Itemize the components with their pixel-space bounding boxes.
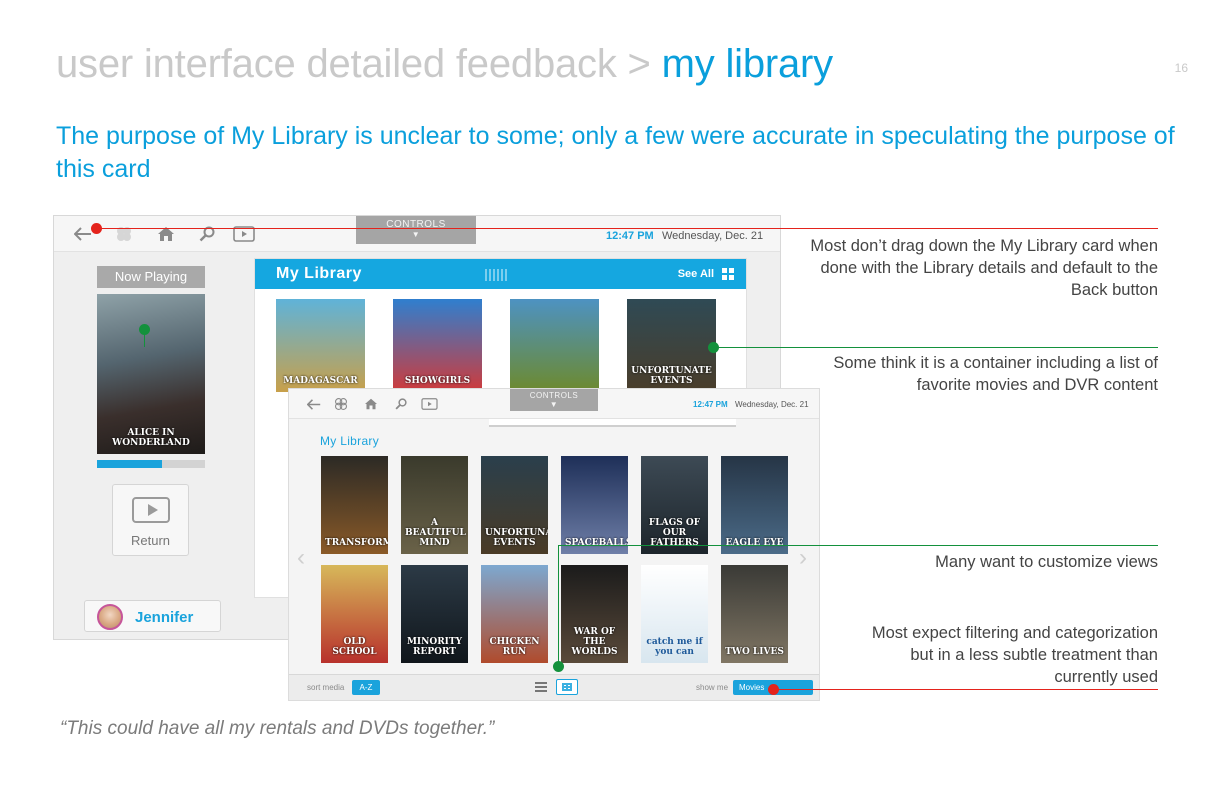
poster-title: WAR OF THE WORLDS bbox=[571, 627, 618, 657]
poster-title: UNFORTUNATE EVENTS bbox=[485, 528, 548, 548]
movie-poster[interactable]: TWO LIVES bbox=[721, 565, 788, 663]
search-strip bbox=[489, 419, 736, 427]
slide-title: user interface detailed feedback > my li… bbox=[56, 42, 833, 87]
movie-poster[interactable]: UNFORTUNATE EVENTS bbox=[481, 456, 548, 554]
controls-label: CONTROLS bbox=[529, 391, 579, 400]
poster-title: MADAGASCAR bbox=[283, 376, 358, 386]
chevron-down-icon: ▼ bbox=[411, 230, 421, 239]
clock: 12:47 PM bbox=[693, 400, 728, 409]
library-title: My Library bbox=[276, 265, 362, 282]
annotation-text-3: Many want to customize views bbox=[935, 553, 1158, 571]
search-icon[interactable] bbox=[196, 223, 218, 245]
poster-title: catch me if you can bbox=[646, 637, 703, 657]
controls-tab[interactable]: CONTROLS ▼ bbox=[510, 389, 598, 411]
show-label: show me bbox=[696, 683, 729, 692]
poster-title: MINORITY REPORT bbox=[406, 637, 463, 657]
movie-poster[interactable]: SPACEBALLS bbox=[561, 456, 628, 554]
movie-poster[interactable]: A BEAUTIFUL MIND bbox=[401, 456, 468, 554]
sort-label: sort media bbox=[307, 683, 345, 692]
annotation-text-1: Most don’t drag down the My Library card… bbox=[810, 237, 1158, 299]
movie-poster[interactable]: WAR OF THE WORLDS bbox=[561, 565, 628, 663]
movie-poster[interactable] bbox=[510, 299, 599, 392]
playback-progress[interactable] bbox=[97, 460, 205, 468]
slide-subtitle: The purpose of My Library is unclear to … bbox=[56, 122, 1175, 183]
user-quote: “This could have all my rentals and DVDs… bbox=[60, 718, 495, 739]
see-all-button[interactable]: See All bbox=[678, 268, 714, 280]
annotation-line-2 bbox=[713, 347, 1158, 348]
annotation-dot-1 bbox=[91, 223, 102, 234]
poster-title: TRANSFORMERS bbox=[325, 538, 388, 548]
movie-poster[interactable]: UNFORTUNATE EVENTS bbox=[627, 299, 716, 392]
play-icon[interactable] bbox=[418, 393, 440, 415]
annotation-text-4: Most expect filtering and categorization… bbox=[871, 624, 1158, 686]
user-profile-button[interactable]: Jennifer bbox=[84, 600, 221, 632]
flower-icon[interactable] bbox=[330, 393, 352, 415]
return-label: Return bbox=[130, 533, 171, 548]
chevron-down-icon: ▼ bbox=[549, 400, 559, 409]
movie-poster[interactable]: MADAGASCAR bbox=[276, 299, 365, 392]
drag-handle-icon[interactable] bbox=[485, 269, 509, 281]
bottom-bar: sort media A-Z show me Movies bbox=[289, 674, 819, 700]
now-playing-label: Now Playing bbox=[97, 266, 205, 288]
movie-poster[interactable]: catch me if you can bbox=[641, 565, 708, 663]
now-playing-poster[interactable]: ALICE IN WONDERLAND bbox=[97, 294, 205, 454]
date: Wednesday, Dec. 21 bbox=[735, 400, 809, 409]
home-icon[interactable] bbox=[360, 393, 382, 415]
movie-poster[interactable]: MINORITY REPORT bbox=[401, 565, 468, 663]
poster-title: OLD SCHOOL bbox=[332, 637, 377, 657]
flower-icon[interactable] bbox=[113, 223, 135, 245]
annotation-dot-3 bbox=[553, 661, 564, 672]
title-prefix: user interface detailed feedback > bbox=[56, 42, 662, 86]
movie-poster[interactable]: FLAGS OF OUR FATHERS bbox=[641, 456, 708, 554]
annotation-line-3-v bbox=[558, 545, 559, 665]
playback-progress-fill bbox=[97, 460, 162, 468]
annotation-dot-2 bbox=[708, 342, 719, 353]
annotation-dot-np bbox=[139, 324, 150, 335]
search-icon[interactable] bbox=[390, 393, 412, 415]
movie-poster[interactable]: SHOWGIRLS bbox=[393, 299, 482, 392]
annotation-dot-4 bbox=[768, 684, 779, 695]
clock: 12:47 PM bbox=[606, 230, 654, 242]
slide: user interface detailed feedback > my li… bbox=[0, 0, 1224, 792]
poster-title: FLAGS OF OUR FATHERS bbox=[648, 518, 701, 548]
chevron-left-icon[interactable]: ‹ bbox=[297, 544, 305, 572]
poster-title: CHICKEN RUN bbox=[489, 637, 540, 657]
grid-view-icon[interactable] bbox=[556, 679, 578, 695]
grid-icon[interactable] bbox=[722, 268, 734, 280]
sort-button[interactable]: A-Z bbox=[352, 680, 380, 695]
back-arrow-icon[interactable] bbox=[303, 393, 325, 415]
controls-tab[interactable]: CONTROLS ▼ bbox=[356, 216, 476, 244]
movie-poster[interactable]: CHICKEN RUN bbox=[481, 565, 548, 663]
movie-poster[interactable]: EAGLE EYE bbox=[721, 456, 788, 554]
return-button[interactable]: Return bbox=[112, 484, 189, 556]
library-title: My Library bbox=[320, 434, 380, 448]
poster-title: EAGLE EYE bbox=[725, 538, 784, 548]
annotation-text-2: Some think it is a container including a… bbox=[833, 354, 1158, 394]
poster-title: ALICE IN WONDERLAND bbox=[112, 428, 190, 448]
annotation-line-1 bbox=[96, 228, 1158, 229]
title-highlight: my library bbox=[661, 42, 834, 86]
avatar bbox=[97, 604, 123, 630]
movie-poster[interactable]: TRANSFORMERS bbox=[321, 456, 388, 554]
library-header: My Library See All bbox=[255, 259, 746, 289]
poster-title: SHOWGIRLS bbox=[404, 376, 471, 386]
date: Wednesday, Dec. 21 bbox=[662, 230, 764, 242]
page-number: 16 bbox=[1174, 61, 1188, 75]
movie-poster[interactable]: OLD SCHOOL bbox=[321, 565, 388, 663]
annotation-line-3 bbox=[558, 545, 1158, 546]
list-view-icon[interactable] bbox=[535, 681, 547, 693]
home-icon[interactable] bbox=[155, 223, 177, 245]
top-bar: CONTROLS ▼ 12:47 PM Wednesday, Dec. 21 bbox=[289, 389, 819, 419]
poster-title: TWO LIVES bbox=[725, 647, 784, 657]
poster-title: A BEAUTIFUL MIND bbox=[405, 518, 466, 548]
play-icon[interactable] bbox=[233, 223, 255, 245]
top-bar: CONTROLS ▼ 12:47 PM Wednesday, Dec. 21 bbox=[54, 216, 780, 252]
poster-title: UNFORTUNATE EVENTS bbox=[631, 366, 712, 386]
user-name: Jennifer bbox=[135, 609, 194, 626]
poster-title: SPACEBALLS bbox=[565, 538, 628, 548]
annotation-line-4 bbox=[773, 689, 1158, 690]
play-icon bbox=[132, 497, 170, 523]
